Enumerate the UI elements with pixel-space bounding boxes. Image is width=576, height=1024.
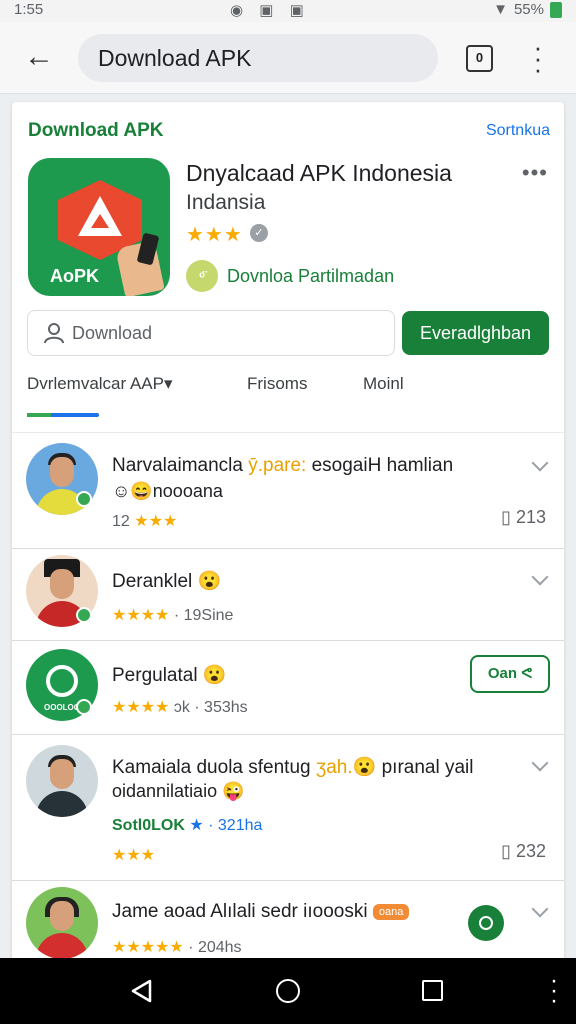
tab-indicator (27, 413, 99, 417)
search-input[interactable]: Download (27, 310, 395, 356)
verified-icon: ✓ (250, 224, 268, 242)
avatar-body (36, 933, 88, 959)
app-rating-stars: ★★★ (186, 224, 243, 246)
tab-friends[interactable]: Frisoms (247, 374, 307, 394)
rating-text: ɔk · 353hs (173, 699, 248, 716)
item-subtitle: ☺😄noooana (112, 481, 223, 501)
more-horiz-icon[interactable]: ••• (522, 160, 548, 186)
back-triangle-icon[interactable] (130, 979, 154, 1003)
list-item[interactable]: OOOLOO Pergulatal 😮 ★★★★ ɔk · 353hs Oan … (12, 641, 564, 735)
chat-bubble-icon (46, 665, 78, 697)
notification-icons: ◉ ▣ ▣ (230, 2, 310, 19)
item-meta: ★★★★★ · 204hs (112, 937, 242, 957)
avatar (26, 887, 98, 959)
item-title-part: esogaiH hamlian (306, 455, 454, 476)
item-title: Kamaiala duola sfentug ʒah.😮 pıranal yai… (112, 755, 473, 779)
tab-label: Dvrlemvalcar AAP (27, 374, 164, 393)
avatar-face (50, 569, 74, 599)
url-bar[interactable]: Download APK (78, 34, 438, 82)
app-icon[interactable]: AoPK (28, 158, 170, 296)
app-subtitle: Indansia (186, 191, 266, 214)
item-title-part: 😮 pıranal yail (352, 757, 474, 778)
tab-downloads[interactable]: Dvrlemvalcar AAP▾ (27, 374, 173, 394)
search-placeholder: Download (72, 323, 153, 343)
user-icon (44, 323, 64, 344)
item-count: ▯ 213 (501, 507, 546, 528)
arrow-left-icon[interactable]: ← (24, 42, 54, 72)
item-title-text: Jame aoad Alılali sedr iıoooski (112, 901, 368, 922)
item-count-value: 232 (515, 841, 546, 861)
status-dot-icon[interactable] (468, 905, 504, 941)
recents-square-icon[interactable] (422, 980, 443, 1001)
tabs-icon[interactable]: 0 (466, 45, 493, 72)
open-button[interactable]: Oan ᕙ (470, 655, 550, 693)
item-title: Narvalaimancla ȳ.pare: esogaiH hamlian (112, 455, 453, 477)
item-subtitle: oidannilatiaio 😜 (112, 781, 245, 801)
list-item[interactable]: Kamaiala duola sfentug ʒah.😮 pıranal yai… (12, 735, 564, 881)
rating-stars: ★★★★ (112, 699, 170, 716)
avatar-face (50, 901, 74, 931)
content-card: Download APK Sortnkua AoPK Dnyalcaad APK… (12, 102, 564, 972)
verified-check-icon (76, 607, 92, 623)
status-bar: 1:55 ◉ ▣ ▣ ▼ 55% (0, 0, 576, 22)
item-count-value: 213 (515, 507, 546, 527)
rating-stars: ★★★ (134, 513, 178, 530)
item-title-part: Kamaiala duola sfentug (112, 757, 316, 778)
avatar (26, 745, 98, 817)
item-title-highlight: ȳ.pare: (248, 455, 307, 476)
item-tag: oana (372, 903, 410, 920)
item-title: Jame aoad Alılali sedr iıoooski oana (112, 901, 410, 923)
header-link[interactable]: Sortnkua (486, 122, 550, 140)
more-vert-icon[interactable]: · · · (532, 34, 544, 82)
avatar-face (50, 457, 74, 487)
list-item[interactable]: Deranklel 😮 ★★★★ · 19Sine (12, 549, 564, 641)
rating-text: ★ · 321ha (189, 817, 263, 834)
item-meta: Sotl0LOK ★ · 321ha (112, 815, 262, 835)
brand-title: Download APK (28, 120, 164, 141)
item-highlight: Sotl0LOK (112, 817, 185, 834)
rating-stars: ★★★★ (112, 607, 170, 624)
primary-action-button[interactable]: Everadlghban (402, 311, 549, 355)
battery-text: 55% (513, 1, 544, 18)
item-meta: ★★★★ ɔk · 353hs (112, 697, 248, 717)
chevron-down-icon[interactable] (531, 454, 549, 472)
app-title: Dnyalcaad APK Indonesia (186, 160, 452, 186)
verified-check-icon (76, 699, 92, 715)
browser-toolbar: ← Download APK 0 · · · (0, 22, 576, 94)
tab-more[interactable]: Moinl (363, 374, 404, 394)
more-vert-icon[interactable]: · · · (550, 969, 558, 1013)
clipboard-icon: ▯ (501, 841, 511, 861)
item-title-highlight: ʒah. (315, 757, 353, 778)
dropdown-caret-icon: ▾ (163, 374, 173, 393)
battery-icon (550, 1, 562, 18)
rating-text: · 204hs (188, 939, 242, 956)
item-title-part: Narvalaimancla (112, 455, 249, 476)
wifi-icon: ▼ (493, 1, 508, 18)
status-time: 1:55 (14, 1, 44, 18)
verified-check-icon (76, 491, 92, 507)
chevron-down-icon[interactable] (531, 568, 549, 586)
item-meta: 12 ★★★ (112, 511, 177, 531)
avatar-body (36, 791, 88, 817)
rating-stars: ★★★★★ (112, 939, 184, 956)
status-right: ▼ 55% (493, 1, 562, 18)
chevron-down-icon[interactable] (531, 900, 549, 918)
rating-stars: ★★★ (112, 847, 156, 864)
item-title: Deranklel 😮 (112, 571, 222, 592)
developer-icon: ᵒ̈ (186, 260, 218, 292)
app-icon-label: AoPK (50, 266, 99, 286)
clipboard-icon: ▯ (501, 507, 511, 527)
item-count: ▯ 232 (501, 841, 546, 862)
rating-count: 12 (112, 513, 130, 530)
rating-text: · 19Sine (173, 607, 234, 624)
item-meta: ★★★★ · 19Sine (112, 605, 233, 625)
item-title: Pergulatal 😮 (112, 665, 227, 686)
avatar-face (50, 759, 74, 789)
item-stars: ★★★ (112, 845, 155, 865)
chevron-down-icon[interactable] (531, 754, 549, 772)
developer-name[interactable]: Dovnloa Partilmadan (227, 266, 394, 287)
navigation-bar: · · · (0, 958, 576, 1024)
list-item[interactable]: Narvalaimancla ȳ.pare: esogaiH hamlian ☺… (12, 433, 564, 549)
home-circle-icon[interactable] (276, 979, 300, 1003)
